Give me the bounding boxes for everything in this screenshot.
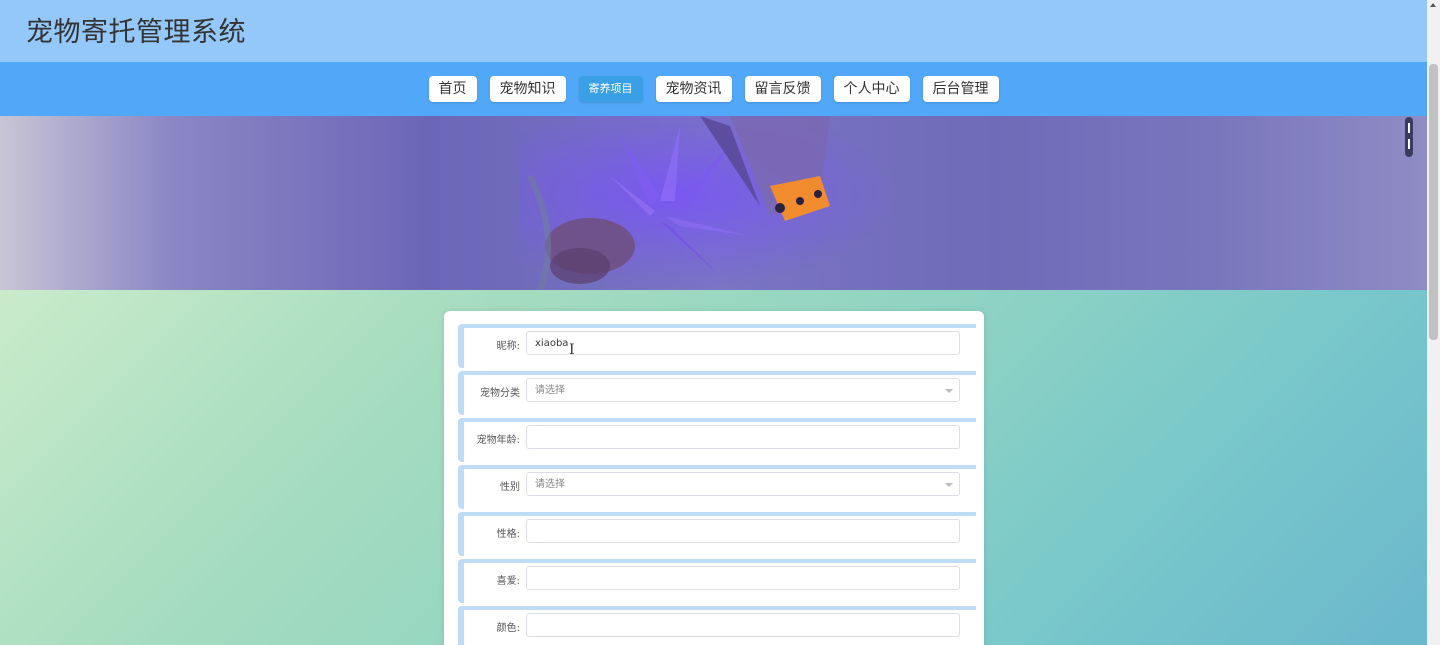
nav-item-boarding-projects[interactable]: 寄养项目 [578,76,643,102]
personality-input[interactable] [526,519,960,543]
pet-category-label: 宠物分类 [480,388,520,399]
scroll-thumb[interactable] [1429,64,1438,340]
color-label: 颜色: [496,623,520,634]
butterfly-flower-illustration [527,116,830,290]
nav-item-pet-news[interactable]: 宠物资讯 [655,76,732,102]
site-header: 宠物寄托管理系统 [0,0,1427,62]
i-beam-cursor-icon: I [569,342,575,358]
likes-input[interactable] [526,566,960,590]
main-nav: 首页 宠物知识 寄养项目 宠物资讯 留言反馈 个人中心 后台管理 [0,62,1427,116]
pet-age-label: 宠物年龄: [476,435,520,446]
nickname-label: 昵称: [496,341,520,352]
nickname-input[interactable]: xiaoba [526,331,960,355]
banner-image [0,116,1427,290]
nav-item-pet-knowledge[interactable]: 宠物知识 [489,76,566,102]
nav-item-admin[interactable]: 后台管理 [922,76,999,102]
indicator-dash [1408,139,1410,149]
chevron-down-icon [945,389,953,393]
indicator-dash [1408,123,1410,133]
chevron-down-icon [945,483,953,487]
form-row-pet-category: 宠物分类 请选择 [458,371,976,415]
form-row-likes: 喜爱: [458,559,976,603]
form-row-nickname: 昵称: xiaoba [458,324,976,368]
gender-select[interactable]: 请选择 [526,472,960,496]
form-row-personality: 性格: [458,512,976,556]
nav-item-personal-center[interactable]: 个人中心 [833,76,910,102]
nav-item-home[interactable]: 首页 [428,76,477,102]
butterfly [700,116,830,221]
pet-age-input[interactable] [526,425,960,449]
color-input[interactable] [526,613,960,637]
gender-label: 性别 [500,482,520,493]
form-row-color: 颜色: [458,606,976,645]
stem [527,174,551,290]
form-row-gender: 性别 请选择 [458,465,976,509]
flower-bud-shadow [550,248,610,284]
scroll-up-arrow-icon[interactable] [1430,3,1436,7]
likes-label: 喜爱: [496,576,520,587]
gender-placeholder: 请选择 [535,479,565,490]
nav-item-feedback[interactable]: 留言反馈 [744,76,821,102]
form-row-pet-age: 宠物年龄: [458,418,976,462]
page-scrollbar[interactable] [1427,0,1440,645]
pet-category-placeholder: 请选择 [535,385,565,396]
boarding-form-card: 昵称: xiaoba 宠物分类 请选择 宠物年龄: 性别 请选择 性格: 喜爱:… [444,311,984,645]
nav-items: 首页 宠物知识 寄养项目 宠物资讯 留言反馈 个人中心 后台管理 [0,76,1427,102]
site-title: 宠物寄托管理系统 [26,17,246,48]
page: 宠物寄托管理系统 首页 宠物知识 寄养项目 宠物资讯 留言反馈 个人中心 后台管… [0,0,1440,645]
pet-category-select[interactable]: 请选择 [526,378,960,402]
personality-label: 性格: [496,529,520,540]
banner-scroll-control[interactable] [1405,117,1413,157]
